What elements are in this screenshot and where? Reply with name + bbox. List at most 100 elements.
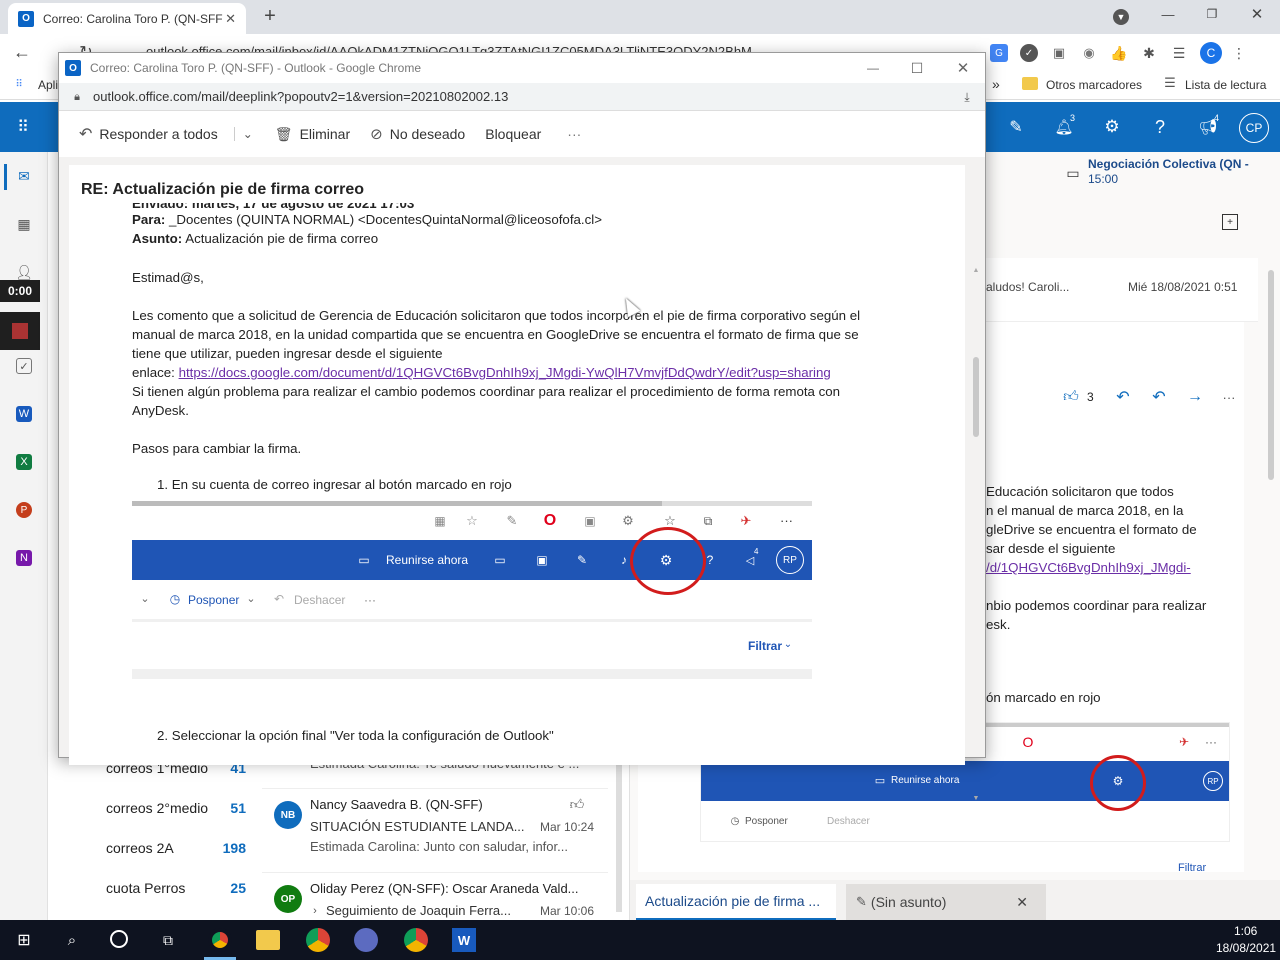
scroll-up-icon[interactable]: ▲ [971, 265, 981, 275]
back-icon[interactable]: ← [12, 42, 32, 62]
folder-item[interactable]: cuota Perros 25 [106, 880, 246, 900]
notification-count: 3 [1070, 113, 1076, 123]
popup-minimize-icon[interactable]: — [863, 58, 883, 78]
excel-icon[interactable]: X [16, 454, 32, 470]
check-icon[interactable]: ✓ [1020, 44, 1038, 62]
like-icon[interactable]: 👍︎ [1062, 388, 1080, 406]
app-launcher-icon[interactable]: ⠿ [13, 117, 33, 137]
puzzle-icon[interactable]: ✱ [1140, 44, 1158, 62]
shot-gray-area [132, 619, 812, 622]
reply-icon[interactable]: ↶ [1114, 388, 1132, 406]
folder-item[interactable]: correos 2°medio 51 [106, 800, 246, 820]
compose-tab[interactable]: Actualización pie de firma ... [636, 884, 836, 920]
bookmarks-more-chevron[interactable]: » [992, 76, 1000, 92]
reading-scrollbar[interactable] [1268, 270, 1274, 480]
user-avatar[interactable]: CP [1239, 113, 1269, 143]
windows-start-icon[interactable]: ⊞ [14, 930, 34, 950]
chrome-profile-icon[interactable] [306, 928, 330, 952]
body-line: Si tienen algún problema para realizar e… [132, 384, 841, 399]
thumbs-up-icon[interactable]: 👍 [1110, 44, 1128, 62]
otros-marcadores[interactable]: Otros marcadores [1046, 78, 1142, 92]
powerpoint-icon[interactable]: P [16, 502, 32, 518]
body-line: Les comento que a solicitud de Gerencia … [132, 308, 861, 323]
steps-title: Pasos para cambiar la firma. [132, 441, 302, 456]
app-icon[interactable] [354, 928, 378, 952]
list-item[interactable]: OP Oliday Perez (QN-SFF): Oscar Araneda … [262, 872, 608, 920]
popup-address-bar[interactable]: 🔒︎ outlook.office.com/mail/deeplink?popo… [59, 83, 985, 111]
clock-date[interactable]: 18/08/2021 [1216, 941, 1276, 955]
popup-maximize-icon[interactable]: ☐ [907, 58, 927, 78]
menu-icon[interactable]: ⋮ [1232, 44, 1246, 62]
reading-list-icon: ☰ [1164, 75, 1176, 90]
browser-tab[interactable]: O Correo: Carolina Toro P. (QN-SFF ✕ [8, 3, 246, 34]
apps-icon[interactable]: ⠿ [12, 77, 26, 91]
more-icon[interactable]: ··· [1220, 388, 1238, 406]
shot-blue-bar [701, 761, 1229, 801]
shot-reunirse: Reunirse ahora [386, 553, 469, 567]
tasks-icon[interactable]: ✓ [16, 358, 32, 374]
new-tab-icon[interactable]: + [260, 5, 280, 27]
message-subject: SITUACIÓN ESTUDIANTE LANDA... [310, 819, 525, 834]
reply-all-button[interactable]: ↶ Responder a todos [79, 124, 218, 144]
sender-avatar: OP [274, 885, 302, 913]
lista-de-lectura[interactable]: Lista de lectura [1185, 78, 1266, 92]
search-icon[interactable]: ⌕ [62, 930, 82, 950]
close-window-icon[interactable]: ✕ [1247, 4, 1267, 24]
gear-icon[interactable]: ⚙ [1102, 117, 1122, 137]
body-link-fragment[interactable]: /d/1QHGVCt6BvgDnhIh9xj_JMgdi- [986, 560, 1191, 575]
apps-label[interactable]: Apli [38, 78, 58, 92]
popup-scrollbar[interactable] [973, 357, 979, 437]
todo-icon[interactable]: ✎ [1006, 117, 1026, 137]
mail-icon[interactable]: ✉ [14, 166, 34, 186]
extensions-area: G ✓ ▣ ◉ 👍 ✱ ☰ C ⋮ [990, 42, 1280, 64]
folder-item[interactable]: correos 2A 198 [106, 840, 246, 860]
left-app-rail: ✉ ▦ 👤︎ 0:00 ✓ W X P N [0, 152, 48, 920]
like-icon[interactable]: 👍︎ [568, 795, 586, 813]
word-taskbar-icon[interactable]: W [452, 928, 476, 952]
clock-time[interactable]: 1:06 [1234, 924, 1257, 938]
scroll-down-icon[interactable]: ▼ [971, 793, 981, 803]
list-item[interactable]: NB Nancy Saavedra B. (QN-SFF) 👍︎ SITUACI… [262, 788, 608, 866]
forward-icon[interactable]: → [1186, 388, 1204, 406]
shot-avatar: RP [776, 546, 804, 574]
help-icon[interactable]: ? [1150, 117, 1170, 137]
task-view-icon[interactable]: ⧉ [158, 930, 178, 950]
undo-icon: ↶ [273, 592, 285, 606]
more-actions-button[interactable]: ··· [567, 126, 581, 142]
red-circle-annotation [1090, 755, 1146, 811]
junk-button[interactable]: ⊘ No deseado [370, 125, 465, 143]
video-icon: ▭ [874, 774, 886, 787]
file-explorer-icon[interactable] [256, 930, 280, 950]
folder-name: cuota Perros [106, 880, 186, 896]
cortana-icon[interactable] [110, 930, 128, 948]
extension-icon-2[interactable]: ◉ [1080, 44, 1098, 62]
restore-icon[interactable]: ❐ [1202, 4, 1222, 24]
document-link[interactable]: https://docs.google.com/document/d/1QHGV… [179, 365, 831, 380]
chrome-icon[interactable] [208, 928, 232, 952]
compose-tab[interactable]: ✎ (Sin asunto) ✕ [846, 884, 1046, 920]
popout-icon[interactable]: + [1222, 214, 1238, 230]
delete-button[interactable]: 🗑︎ Eliminar [275, 126, 350, 143]
google-translate-icon[interactable]: G [990, 44, 1008, 62]
profile-avatar[interactable]: C [1200, 42, 1222, 64]
stop-recording-button[interactable] [0, 312, 40, 350]
compose-tab-bar: Actualización pie de firma ... ✎ (Sin as… [630, 880, 1280, 920]
popup-close-icon[interactable]: ✕ [953, 58, 973, 78]
reading-list-icon[interactable]: ☰ [1170, 44, 1188, 62]
event-title[interactable]: Negociación Colectiva (QN - [1088, 157, 1249, 171]
extension-icon[interactable]: ▣ [1050, 44, 1068, 62]
block-button[interactable]: Bloquear [485, 126, 541, 142]
reply-all-icon[interactable]: ↶ [1150, 388, 1168, 406]
close-icon[interactable]: ✕ [1016, 894, 1028, 911]
people-icon[interactable]: 👤︎ [14, 262, 34, 282]
onenote-icon[interactable]: N [16, 550, 32, 566]
close-tab-icon[interactable]: ✕ [225, 11, 236, 27]
chevron-down-icon[interactable]: ⌄ [233, 127, 253, 141]
chrome-icon-2[interactable] [404, 928, 428, 952]
word-icon[interactable]: W [16, 406, 32, 422]
minimize-icon[interactable]: — [1158, 4, 1178, 24]
list-scrollbar[interactable] [616, 752, 622, 912]
tab-search-icon[interactable]: ▼ [1113, 9, 1129, 25]
install-icon[interactable]: ⤓ [959, 89, 975, 105]
calendar-icon[interactable]: ▦ [14, 214, 34, 234]
